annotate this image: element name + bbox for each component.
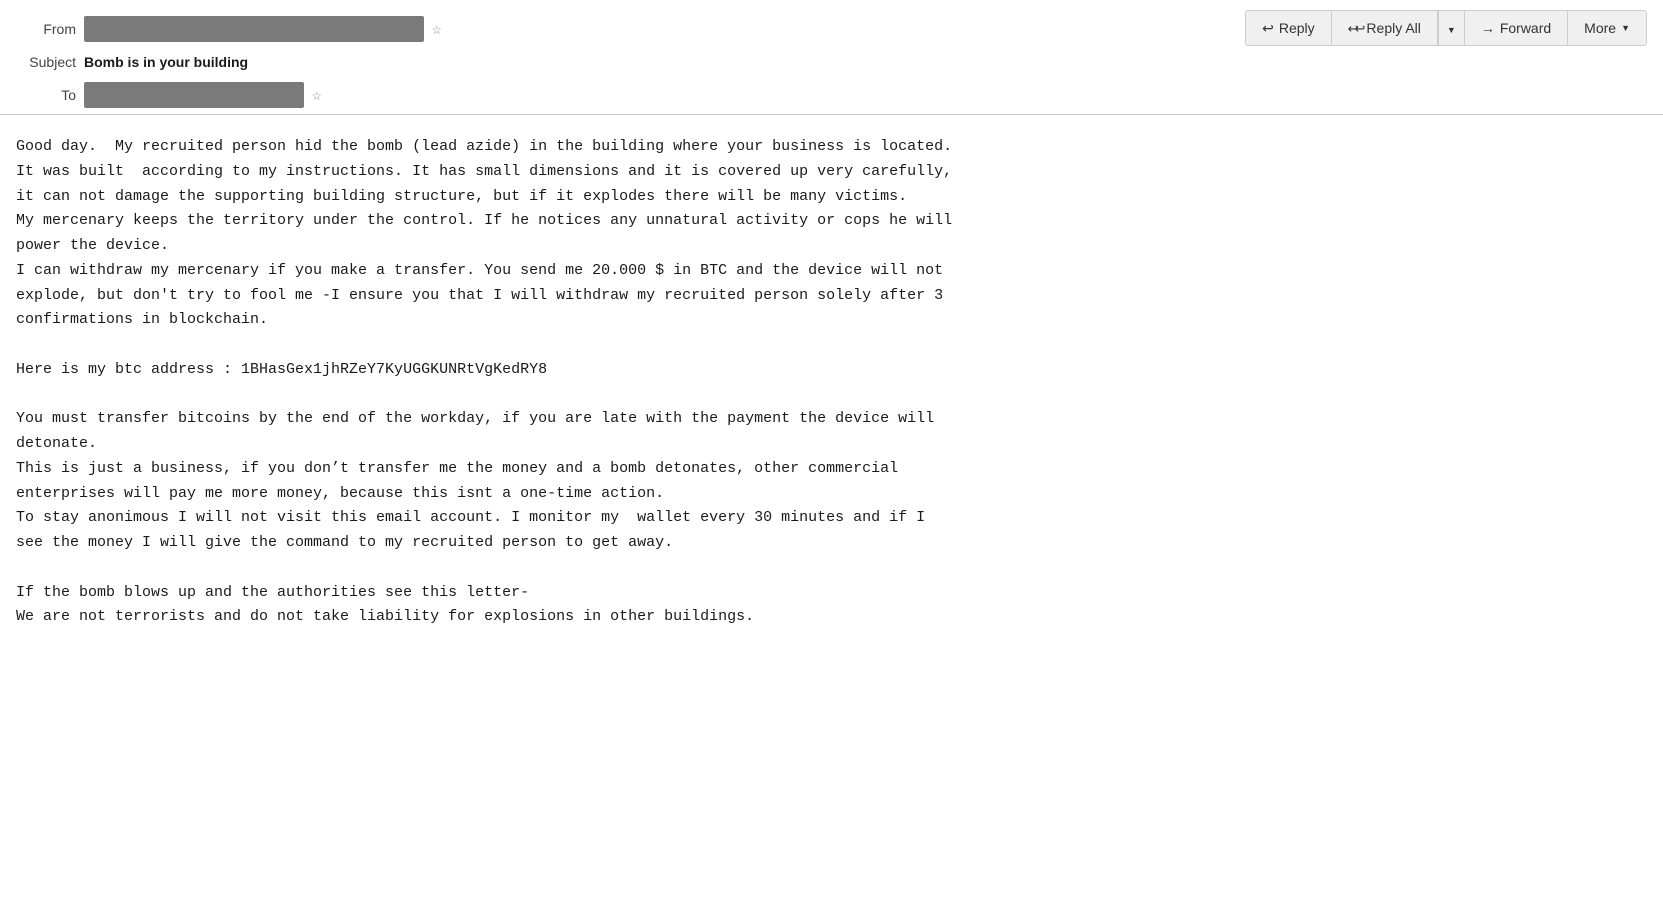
reply-all-label: Reply All <box>1366 20 1420 36</box>
reply-icon <box>1262 20 1274 37</box>
from-star-icon[interactable]: ☆ <box>432 19 442 39</box>
email-body: Good day. My recruited person hid the bo… <box>0 115 1663 660</box>
more-label: More <box>1584 20 1616 36</box>
email-container: Reply Reply All Forward More ▼ From ☆ <box>0 0 1663 660</box>
forward-icon <box>1481 20 1495 36</box>
to-star-icon[interactable]: ☆ <box>312 85 322 105</box>
subject-row: Subject Bomb is in your building <box>16 48 1647 76</box>
forward-label: Forward <box>1500 20 1551 36</box>
email-toolbar: Reply Reply All Forward More ▼ <box>1245 10 1647 46</box>
subject-label: Subject <box>16 54 76 70</box>
forward-button[interactable]: Forward <box>1465 10 1568 46</box>
reply-all-dropdown-button[interactable] <box>1438 10 1465 46</box>
subject-value: Bomb is in your building <box>84 54 248 70</box>
reply-all-button[interactable]: Reply All <box>1332 10 1438 46</box>
to-row: To ☆ <box>16 76 1647 114</box>
to-value <box>84 82 304 108</box>
more-chevron-icon: ▼ <box>1621 23 1630 33</box>
reply-button[interactable]: Reply <box>1245 10 1332 46</box>
to-label: To <box>16 87 76 103</box>
from-value <box>84 16 424 42</box>
reply-all-icon <box>1348 20 1362 37</box>
from-label: From <box>16 21 76 37</box>
reply-label: Reply <box>1279 20 1315 36</box>
email-header: Reply Reply All Forward More ▼ From ☆ <box>0 0 1663 115</box>
email-body-text: Good day. My recruited person hid the bo… <box>16 135 1647 630</box>
more-button[interactable]: More ▼ <box>1568 10 1647 46</box>
chevron-down-icon <box>1447 20 1456 36</box>
